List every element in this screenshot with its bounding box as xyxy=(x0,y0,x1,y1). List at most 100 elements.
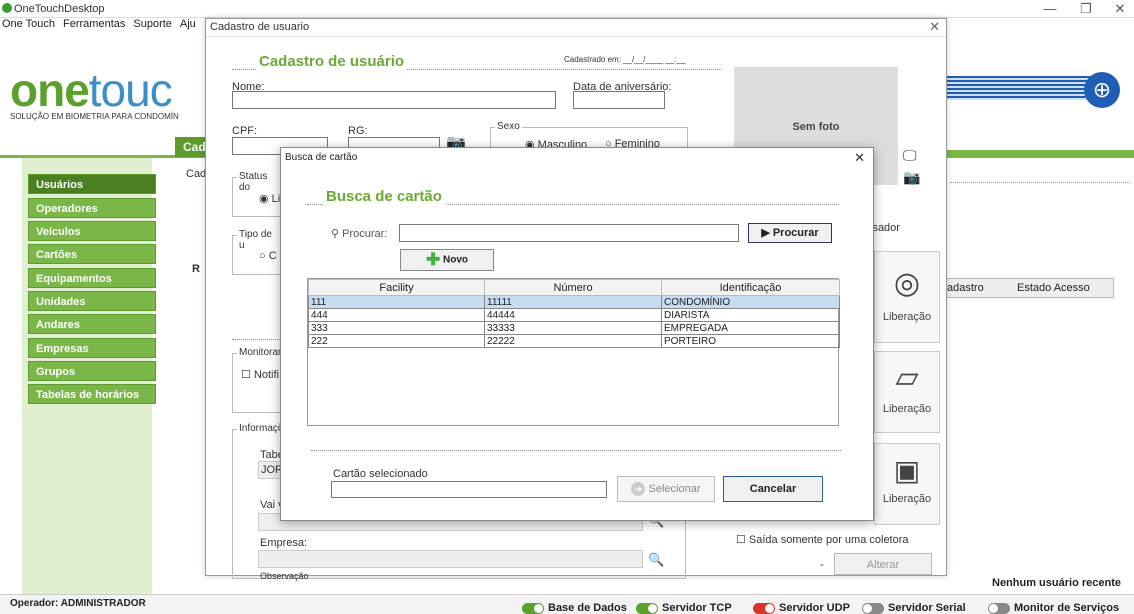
recent-users-text: Nenhum usuário recente xyxy=(992,577,1121,589)
novo-button[interactable]: ✚ Novo xyxy=(400,249,494,271)
tipo-label: Tipo de u xyxy=(237,229,281,251)
procurar-button[interactable]: ▶ Procurar xyxy=(748,223,832,243)
menu-ferramentas[interactable]: Ferramentas xyxy=(63,18,125,30)
col-numero[interactable]: Número xyxy=(484,279,662,296)
main-window-title: OneTouchDesktop xyxy=(14,3,105,15)
keypad-icon: ▣ xyxy=(893,455,921,486)
toggle-on-icon xyxy=(522,602,544,614)
cartao-selecionado-label: Cartão selecionado xyxy=(333,468,428,480)
busca-titlebar: Busca de cartão ✕ xyxy=(281,148,873,168)
service-servidor-udp: Servidor UDP xyxy=(753,602,850,614)
sidebar-item-usuarios[interactable]: Usuários xyxy=(28,174,156,194)
rg-label: RG: xyxy=(348,125,368,137)
menu-suporte[interactable]: Suporte xyxy=(133,18,172,30)
cadastro-window-title: Cadastro de usuario xyxy=(210,21,310,33)
empresa-search-icon[interactable]: 🔍 xyxy=(648,552,664,568)
empresa-input[interactable] xyxy=(258,550,643,568)
photo-camera-icon[interactable]: 📷 xyxy=(903,169,920,186)
saida-checkbox[interactable]: ☐ Saída somente por uma coletora xyxy=(736,533,909,546)
cpf-label: CPF: xyxy=(232,125,258,137)
footer-dotted-line xyxy=(311,450,841,451)
right-dotted-divider xyxy=(950,182,1130,183)
observacao-label: Observação xyxy=(260,571,309,581)
sidebar-item-unidades[interactable]: Unidades xyxy=(28,291,156,311)
sidebar-item-operadores[interactable]: Operadores xyxy=(28,198,156,218)
toggle-on-icon xyxy=(753,602,775,614)
service-monitor-servicos: Monitor de Serviços xyxy=(988,602,1119,614)
sidebar-item-empresas[interactable]: Empresas xyxy=(28,338,156,358)
status-option[interactable]: ◉ Li xyxy=(259,192,280,205)
card-liberacao-tile[interactable]: ▱ Liberação xyxy=(874,351,940,433)
selecionar-button[interactable]: ➜ Selecionar xyxy=(617,476,715,502)
tab-cadastro[interactable]: Cad xyxy=(175,137,206,157)
brand-tagline: SOLUÇÃO EM BIOMETRIA PARA CONDOMÍN xyxy=(10,112,179,121)
menubar: One Touch Ferramentas Suporte Aju xyxy=(0,18,210,34)
sidebar-item-grupos[interactable]: Grupos xyxy=(28,361,156,381)
busca-close-button[interactable]: ✕ xyxy=(854,150,865,166)
tipo-option[interactable]: ○ C xyxy=(259,250,277,262)
table-row[interactable]: 222 22222 PORTEIRO xyxy=(308,334,840,348)
busca-heading: Busca de cartão xyxy=(323,188,445,205)
section-dotted-line xyxy=(232,339,282,340)
toggle-on-icon xyxy=(636,602,658,614)
arrow-right-icon: ➜ xyxy=(631,482,646,497)
table-row[interactable]: 444 44444 DIARISTA xyxy=(308,308,840,322)
busca-window-title: Busca de cartão xyxy=(285,152,358,163)
fingerprint-liberacao-tile[interactable]: ◎ Liberação xyxy=(874,251,940,343)
service-base-dados: Base de Dados xyxy=(522,602,627,614)
aniversario-input[interactable] xyxy=(573,91,665,109)
content-subheading: Cad xyxy=(186,168,207,180)
col-identificacao[interactable]: Identificação xyxy=(661,279,840,296)
sidebar-item-equipamentos[interactable]: Equipamentos xyxy=(28,268,156,288)
sexo-label: Sexo xyxy=(495,121,522,132)
password-liberacao-tile[interactable]: ▣ Liberação xyxy=(874,443,940,525)
service-servidor-serial: Servidor Serial xyxy=(862,602,966,614)
cadastro-titlebar: Cadastro de usuario ✕ xyxy=(206,19,946,37)
operator-label: Operador: ADMINISTRADOR xyxy=(10,598,146,609)
cadastro-heading: Cadastro de usuário xyxy=(256,53,408,70)
alterar-button[interactable]: Alterar xyxy=(834,553,932,575)
informacoes-label: Informaçõ xyxy=(237,423,286,434)
monitorar-group: Monitorar ☐ Notifi xyxy=(232,347,284,413)
toggle-off-icon xyxy=(862,602,884,614)
recent-users-table-header: adastro Estado Acesso xyxy=(940,278,1114,298)
table-row[interactable]: 111 11111 CONDOMÍNIO xyxy=(308,295,840,309)
empresa-label: Empresa: xyxy=(260,537,308,549)
app-icon xyxy=(2,3,12,13)
sidebar-item-tabelas-horarios[interactable]: Tabelas de horários xyxy=(28,384,156,404)
header-stripes xyxy=(945,76,1095,100)
table-row[interactable]: 333 33333 EMPREGADA xyxy=(308,321,840,335)
col-estado-acesso: Estado Acesso xyxy=(1017,282,1090,294)
main-titlebar: OneTouchDesktop — ❐ ✕ xyxy=(0,0,1134,18)
monitor-icon[interactable]: 🖵 xyxy=(903,147,917,164)
plus-icon: ✚ xyxy=(425,250,441,269)
close-main-button[interactable]: ✕ xyxy=(1110,1,1130,17)
sidebar-item-andares[interactable]: Andares xyxy=(28,314,156,334)
card-reader-icon: ▱ xyxy=(895,361,919,394)
cartoes-table: Facility Número Identificação 111 11111 CO… xyxy=(307,278,840,426)
notificar-checkbox[interactable]: ☐ Notifi xyxy=(241,368,279,381)
restore-button[interactable]: ❐ xyxy=(1076,1,1096,17)
dash-label: - xyxy=(820,559,824,571)
menu-ajuda[interactable]: Aju xyxy=(180,18,196,30)
usuario-label: isador xyxy=(870,222,900,234)
cadastro-close-button[interactable]: ✕ xyxy=(929,19,940,35)
cartao-selecionado-input[interactable] xyxy=(331,481,607,498)
status-bar: Operador: ADMINISTRADOR Base de Dados Se… xyxy=(0,594,1134,614)
fingerprint-icon: ◎ xyxy=(893,267,921,300)
sidebar-item-cartoes[interactable]: Cartões xyxy=(28,244,156,264)
header-divider-right xyxy=(945,150,1134,158)
search-icon: ⚲ xyxy=(331,228,340,240)
procurar-input[interactable] xyxy=(399,224,739,242)
tab-r[interactable]: R xyxy=(192,263,200,275)
cancelar-button[interactable]: Cancelar xyxy=(723,476,823,502)
col-facility[interactable]: Facility xyxy=(308,279,485,296)
menu-onetouch[interactable]: One Touch xyxy=(2,18,55,30)
busca-cartao-dialog: Busca de cartão ✕ Busca de cartão ⚲ Proc… xyxy=(280,147,874,521)
procurar-label: ⚲ Procurar: xyxy=(331,228,388,240)
minimize-button[interactable]: — xyxy=(1040,1,1060,16)
nome-input[interactable] xyxy=(232,91,556,109)
globe-logo-icon: ⊕ xyxy=(1084,72,1120,108)
sidebar-item-veiculos[interactable]: Veículos xyxy=(28,221,156,241)
tabela-select[interactable]: JOR xyxy=(258,461,283,479)
